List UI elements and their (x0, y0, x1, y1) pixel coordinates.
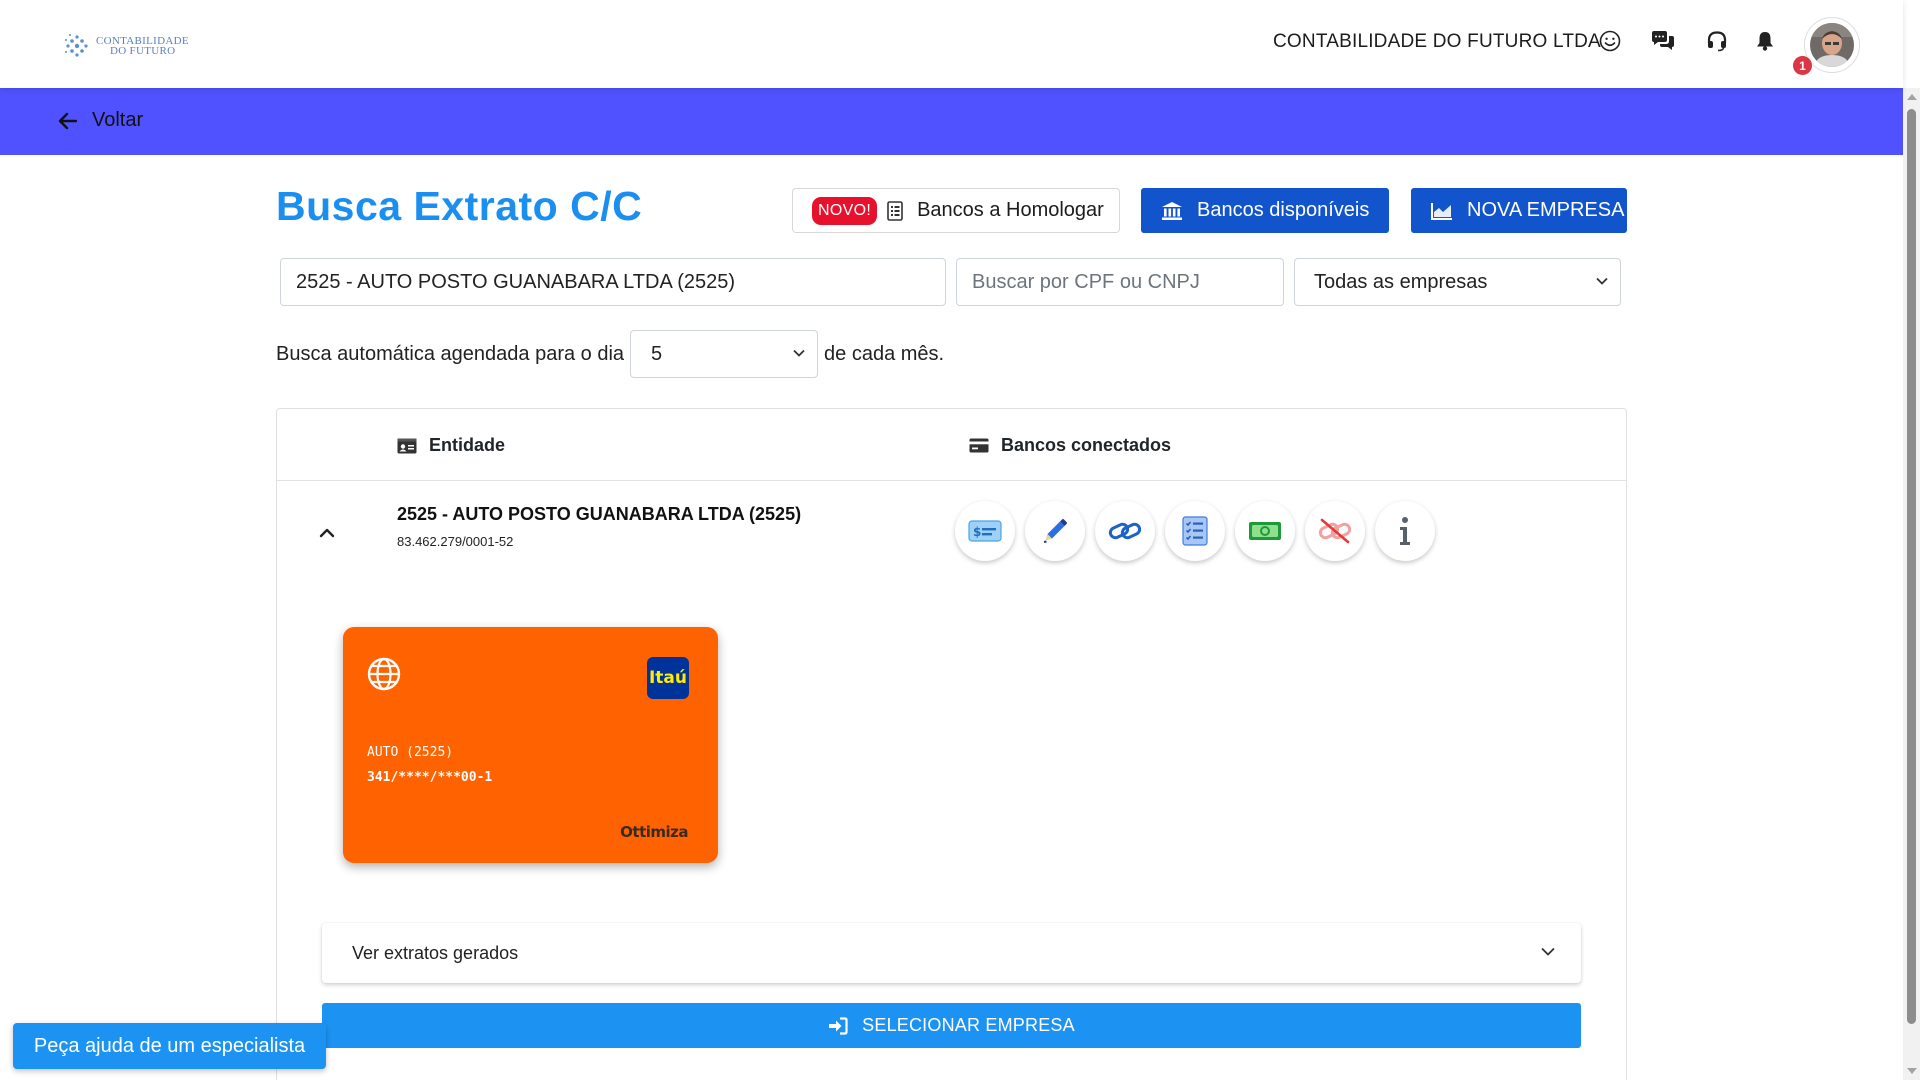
entity-panel: Entidade Bancos conectados 2525 - AUTO P… (276, 408, 1627, 1080)
sign-in-icon (829, 1016, 848, 1035)
checklist-icon (1182, 516, 1208, 546)
schedule-row: Busca automática agendada para o dia 5 d… (276, 330, 944, 378)
logo-dots-icon (65, 34, 88, 57)
novo-badge: NOVO! (812, 196, 878, 225)
company-logo[interactable]: CONTABILIDADE DO FUTURO (62, 30, 192, 62)
extratos-label: Ver extratos gerados (352, 942, 519, 963)
page-title: Busca Extrato C/C (276, 183, 643, 229)
link-icon (1108, 522, 1142, 540)
scroll-thumb[interactable] (1907, 109, 1916, 1024)
header-company-name[interactable]: CONTABILIDADE DO FUTURO LTDA (1273, 31, 1601, 53)
select-company-label: SELECIONAR EMPRESA (862, 1015, 1075, 1035)
credit-card-icon (969, 438, 989, 453)
companies-filter-value: Todas as empresas (1314, 270, 1488, 293)
logo-line-2: DO FUTURO (110, 45, 176, 57)
notification-badge: 1 (1793, 56, 1812, 75)
statement-icon: $ (968, 520, 1002, 542)
info-icon (1400, 517, 1410, 545)
unlink-button[interactable] (1305, 501, 1365, 561)
extratos-accordion[interactable]: Ver extratos gerados (322, 923, 1581, 983)
collapse-chevron-up-icon[interactable] (319, 527, 335, 538)
svg-text:$: $ (973, 525, 981, 539)
list-icon (887, 200, 903, 221)
schedule-prefix: Busca automática agendada para o dia (276, 342, 625, 365)
scroll-up-arrow-icon[interactable] (1907, 94, 1917, 100)
companies-filter-select[interactable]: Todas as empresas (1294, 258, 1621, 306)
money-button[interactable] (1235, 501, 1295, 561)
back-label: Voltar (92, 109, 144, 131)
info-button[interactable] (1375, 501, 1435, 561)
globe-icon (367, 657, 401, 691)
bancos-disponiveis-button[interactable]: Bancos disponíveis (1141, 188, 1389, 233)
checklist-button[interactable] (1165, 501, 1225, 561)
entity-actions: $ (955, 501, 1435, 561)
money-icon (1249, 522, 1281, 540)
card-account-number: 341/****/***00-1 (367, 770, 493, 785)
smile-icon[interactable] (1597, 28, 1623, 54)
bank-account-card[interactable]: Itaú AUTO (2525) 341/****/***00-1 Ottimi… (343, 627, 718, 863)
schedule-day-value: 5 (651, 342, 663, 365)
chat-icon[interactable] (1650, 28, 1676, 54)
chevron-down-icon (1541, 947, 1555, 956)
bancos-homologar-button[interactable]: NOVO! Bancos a Homologar (792, 188, 1120, 233)
schedule-day-select[interactable]: 5 (630, 330, 819, 378)
company-search-input[interactable]: 2525 - AUTO POSTO GUANABARA LTDA (2525) (280, 258, 946, 306)
id-card-icon (397, 438, 417, 453)
card-holder: AUTO (2525) (367, 745, 454, 760)
cpf-cnpj-search-input[interactable]: Buscar por CPF ou CNPJ (956, 258, 1284, 306)
back-button[interactable]: Voltar (58, 109, 143, 132)
bell-icon[interactable] (1752, 28, 1778, 54)
scroll-down-arrow-icon[interactable] (1907, 1068, 1917, 1074)
avatar (1810, 23, 1854, 67)
nova-empresa-button[interactable]: NOVA EMPRESA (1411, 188, 1627, 233)
logo-text: CONTABILIDADE DO FUTURO (96, 36, 189, 57)
chevron-down-icon (793, 349, 805, 357)
chart-area-icon (1431, 202, 1452, 220)
chevron-down-icon (1596, 277, 1608, 285)
bancos-disponiveis-label: Bancos disponíveis (1197, 199, 1370, 221)
back-bar: Voltar (0, 88, 1903, 155)
edit-button[interactable] (1025, 501, 1085, 561)
app-root: CONTABILIDADE DO FUTURO CONTABILIDADE DO… (0, 0, 1920, 1080)
user-avatar-button[interactable] (1804, 17, 1860, 73)
table-header: Entidade Bancos conectados (277, 409, 1626, 481)
select-company-button[interactable]: SELECIONAR EMPRESA (322, 1003, 1581, 1048)
edit-icon (1043, 519, 1067, 543)
unlink-icon (1318, 518, 1352, 544)
banks-column-label: Bancos conectados (1001, 435, 1172, 455)
headset-icon[interactable] (1704, 28, 1730, 54)
link-button[interactable] (1095, 501, 1155, 561)
page-scrollbar[interactable] (1903, 88, 1920, 1080)
banks-column-header: Bancos conectados (969, 435, 1171, 456)
entity-column-header: Entidade (397, 435, 505, 456)
nova-empresa-label: NOVA EMPRESA (1467, 199, 1625, 221)
ottimiza-brand: Ottimiza (620, 823, 688, 841)
entity-cnpj: 83.462.279/0001-52 (397, 534, 514, 549)
bank-icon (1162, 201, 1182, 220)
bancos-homologar-label: Bancos a Homologar (917, 199, 1104, 221)
entity-name: 2525 - AUTO POSTO GUANABARA LTDA (2525) (397, 504, 802, 524)
entity-column-label: Entidade (429, 435, 506, 455)
statement-button[interactable]: $ (955, 501, 1015, 561)
help-specialist-button[interactable]: Peça ajuda de um especialista (13, 1023, 326, 1069)
arrow-left-icon (58, 112, 78, 129)
itau-logo: Itaú (647, 657, 689, 699)
top-header: CONTABILIDADE DO FUTURO CONTABILIDADE DO… (0, 0, 1903, 88)
schedule-suffix: de cada mês. (824, 342, 945, 365)
